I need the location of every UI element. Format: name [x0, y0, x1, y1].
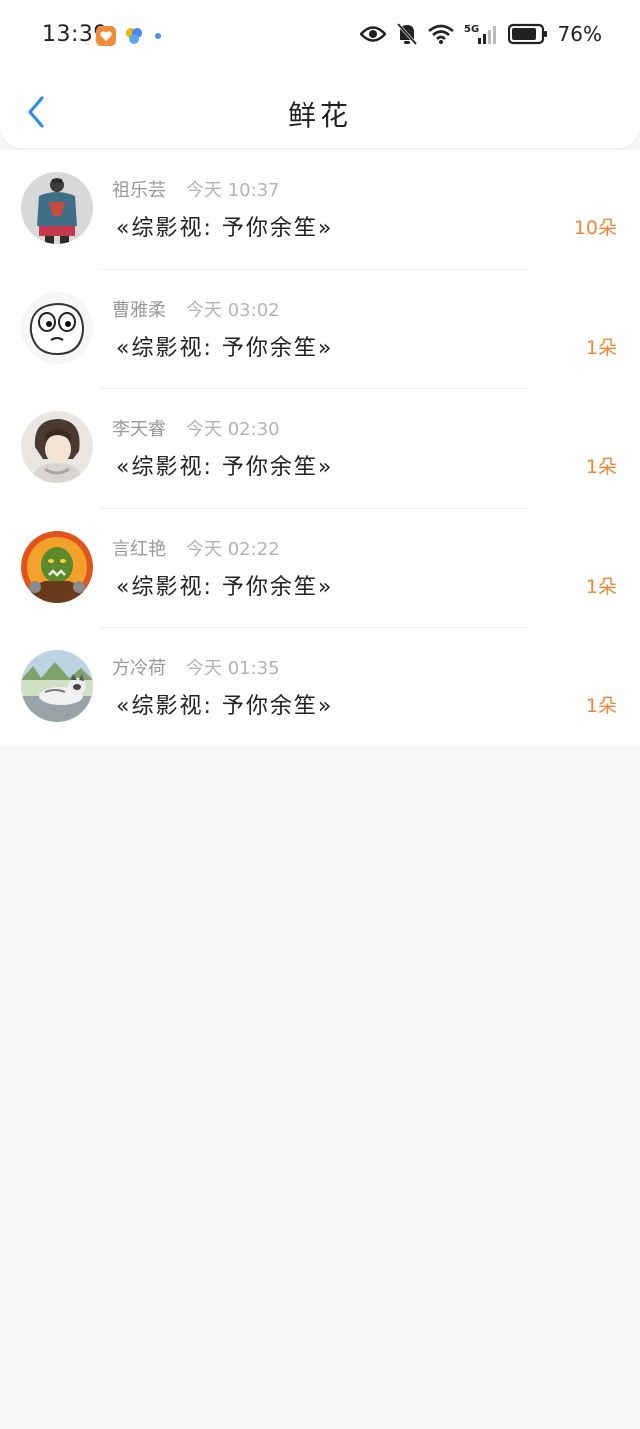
eye-icon [359, 26, 386, 42]
sent-time: 今天 01:35 [186, 658, 280, 680]
flower-count: 1朵 [585, 575, 617, 598]
top-navbar: 鲜花 [0, 76, 640, 148]
avatar[interactable] [21, 530, 93, 603]
flower-count: 1朵 [585, 456, 617, 479]
sender-name: 言红艳 [112, 538, 166, 560]
list-item[interactable]: 言红艳 今天 02:22 «综影视: 予你余笙» 1朵 [0, 509, 640, 629]
app-notification-icon [96, 26, 116, 46]
sender-name: 曹雅柔 [112, 299, 166, 321]
avatar[interactable] [21, 650, 93, 723]
status-bar: 13:39 5G 76% [0, 0, 640, 76]
flower-count: 1朵 [585, 695, 617, 718]
network-type-label: 5G [464, 24, 479, 35]
flower-count: 10朵 [573, 217, 617, 239]
sender-meta: 言红艳 今天 02:22 [112, 535, 280, 561]
list-item[interactable]: 李天睿 今天 02:30 «综影视: 予你余笙» 1朵 [0, 389, 640, 509]
book-title: «综影视: 予你余笙» [116, 574, 334, 600]
battery-icon [507, 23, 547, 45]
avatar[interactable] [21, 291, 93, 364]
status-notification-icons [96, 26, 164, 46]
battery-percent: 76% [557, 22, 602, 46]
avatar[interactable] [21, 172, 93, 244]
bell-off-icon [396, 22, 417, 46]
book-title: «综影视: 予你余笙» [116, 455, 334, 481]
sent-time: 今天 02:30 [186, 419, 280, 441]
avatar[interactable] [21, 411, 93, 484]
sender-meta: 曹雅柔 今天 03:02 [112, 296, 280, 322]
sender-name: 祖乐芸 [112, 180, 166, 201]
wifi-icon [427, 24, 454, 44]
sender-meta: 方冷荷 今天 01:35 [112, 654, 280, 680]
sender-name: 方冷荷 [112, 658, 166, 680]
signal-icon: 5G [464, 24, 496, 44]
book-title: «综影视: 予你余笙» [116, 216, 334, 241]
list-item[interactable]: 祖乐芸 今天 10:37 «综影视: 予你余笙» 10朵 [0, 150, 640, 270]
sent-time: 今天 10:37 [186, 180, 280, 201]
pinwheel-icon [126, 28, 142, 44]
sent-time: 今天 02:22 [186, 538, 280, 560]
flower-gift-list: 祖乐芸 今天 10:37 «综影视: 予你余笙» 10朵 曹雅柔 今天 03:0… [0, 150, 640, 746]
dot-icon [155, 33, 161, 39]
list-item[interactable]: 曹雅柔 今天 03:02 «综影视: 予你余笙» 1朵 [0, 270, 640, 390]
flower-count: 1朵 [585, 336, 617, 359]
sender-meta: 李天睿 今天 02:30 [112, 415, 280, 441]
sender-name: 李天睿 [112, 419, 166, 441]
page-title: 鲜花 [287, 99, 352, 132]
book-title: «综影视: 予你余笙» [116, 335, 334, 361]
sender-meta: 祖乐芸 今天 10:37 [112, 176, 280, 202]
book-title: «综影视: 予你余笙» [116, 694, 334, 720]
list-item[interactable]: 方冷荷 今天 01:35 «综影视: 予你余笙» 1朵 [0, 628, 640, 748]
status-system-icons: 5G 76% [359, 22, 602, 46]
sent-time: 今天 03:02 [186, 299, 280, 321]
